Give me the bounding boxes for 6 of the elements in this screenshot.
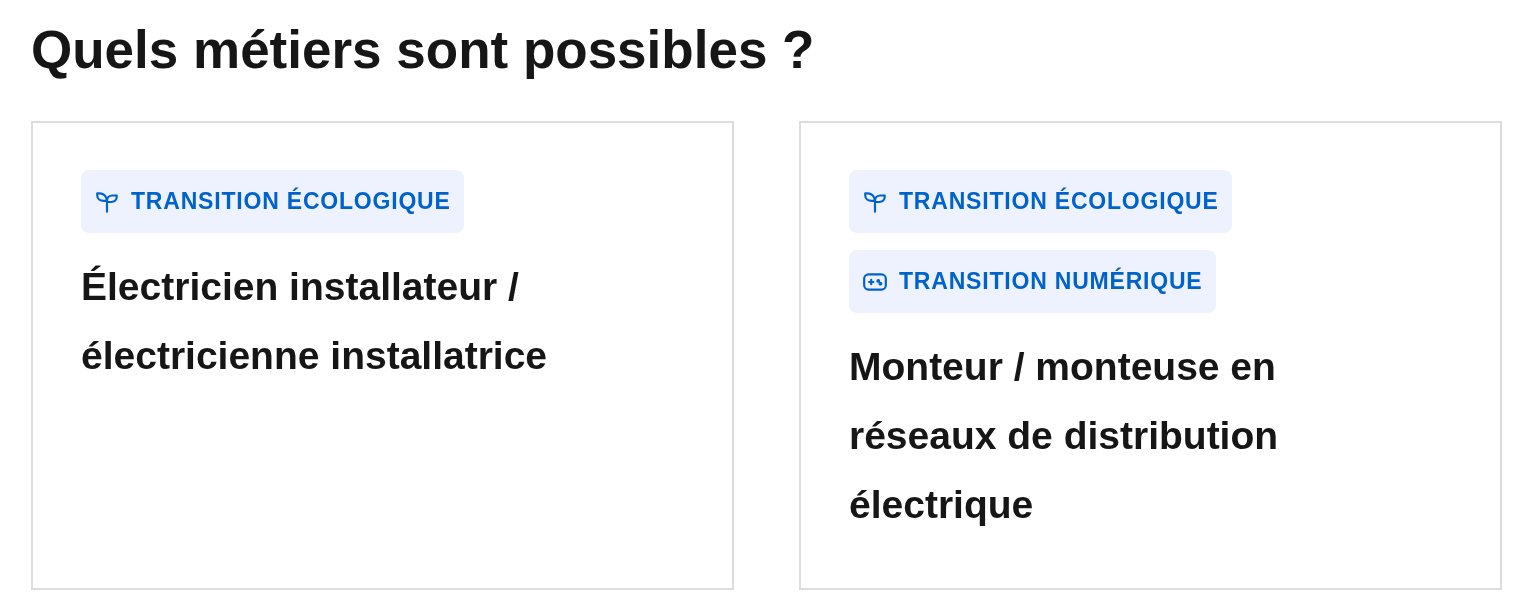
job-title[interactable]: Monteur / monteuse en réseaux de distribution électrique [849,332,1329,539]
category-tag: TRANSITION NUMÉRIQUE [849,250,1216,313]
page-heading: Quels métiers sont possibles ? [31,19,815,81]
category-tag: TRANSITION ÉCOLOGIQUE [81,170,464,233]
category-tag: TRANSITION ÉCOLOGIQUE [849,170,1232,233]
job-title[interactable]: Électricien installateur / électricienne installatrice [81,252,561,390]
